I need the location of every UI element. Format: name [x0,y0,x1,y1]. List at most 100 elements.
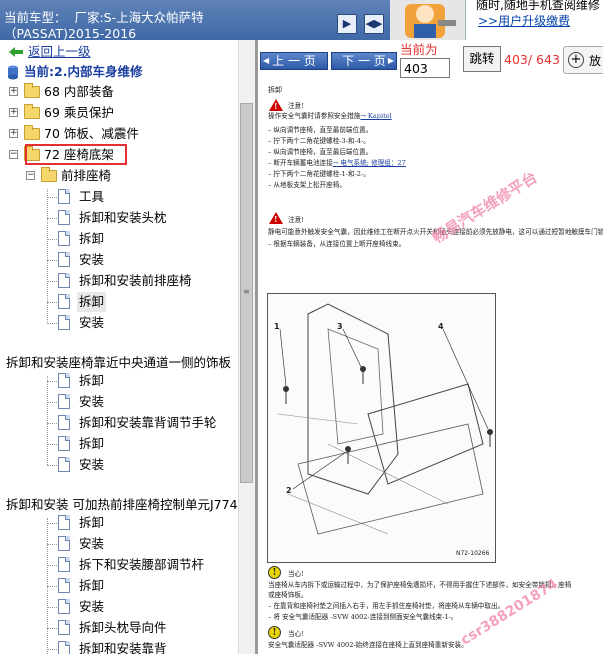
prev-page-button[interactable]: ◀ 上 一 页 [260,52,328,70]
upgrade-link[interactable]: >>用户升级缴费 [478,12,570,29]
caution-icon [269,212,283,224]
collapse-icon[interactable]: − [26,171,35,180]
tree-section[interactable]: 拆卸和安装座椅靠近中央通道一侧的饰板 [0,353,238,373]
back-arrow-icon [9,47,23,57]
tree-leaf-label: 拆卸 [79,436,105,451]
tree-leaf-label: 拆卸 [79,373,105,388]
figure-label: 4 [438,322,444,331]
arrow-left-icon: ◀ [263,56,270,65]
document-icon [58,641,70,654]
kapitel-link[interactable]: → Kapitel [360,112,391,120]
highlight-box [25,144,127,165]
folder-icon [24,104,40,119]
mascot-image [390,0,465,40]
jump-button[interactable]: 跳转 [463,46,501,72]
tree-leaf-label: 安装 [79,394,105,409]
tree-leaf-label: 拆卸 [79,231,105,246]
tree-leaf-label: 安装 [79,599,105,614]
document-icon [58,315,70,330]
database-icon [8,65,18,80]
tree-leaf-label: 拆卸头枕导向件 [79,620,167,635]
tree-section-label: 拆卸和安装 可加热前排座椅控制单元J774 [6,497,238,512]
expand-icon[interactable]: + [9,87,18,96]
doc-heading: 拆卸 [268,86,282,94]
pager-toolbar: ◀上 一 页 下 一 页▶ 当前为 跳转 403/ 643 +放 [258,40,603,80]
expand-icon[interactable]: + [9,108,18,117]
folder-icon [24,83,40,98]
promo-panel: 随时,随地手机查阅维修 >>用户升级缴费 [465,0,603,40]
figure-label: 3 [337,322,343,331]
note-icon: ! [268,626,281,639]
navigation-tree: 返回上一级 当前:2.内部车身维修 + 68 内部装备 + 69 乘员保护 + … [0,40,256,654]
page-number-input[interactable] [400,58,450,78]
collapse-icon[interactable]: − [9,150,18,159]
note-text: 安全气囊适配器 -SVW 4002-始终连接在座椅上直到座椅重新安装。 [268,641,468,649]
step: – 纵向调节座椅，直至最前端位置。 [268,126,373,134]
tree-guide [47,376,48,465]
tree-leaf-label: 拆卸 [79,578,105,593]
tree-leaf-label: 拆卸和安装前排座椅 [79,273,192,288]
document-icon [58,457,70,472]
split-view-icon[interactable]: ◀▶ [364,14,384,34]
tree-leaf-label: 安装 [79,252,105,267]
tree-leaf-label: 安装 [79,457,105,472]
step: – 根据车辆装备，从连接位置上断开座椅线束。 [268,240,406,248]
tree-leaf-label: 拆卸和安装靠背调节手轮 [79,415,217,430]
step: – 断开车辆蓄电池连接→ 电气系统; 修理组：27 [268,159,406,167]
document-icon [58,536,70,551]
step: – 纵向调节座椅，直至最后端位置。 [268,148,373,156]
folder-icon [24,125,40,140]
step: – 拧下两个二角花键螺栓-1-和-2-。 [268,170,370,178]
expand-icon[interactable]: + [9,129,18,138]
current-location-label: 当前:2.内部车身维修 [24,64,143,79]
zoom-label: 放 [589,54,602,68]
electrical-link[interactable]: → 电气系统; 修理组：27 [333,159,406,167]
document-icon [58,415,70,430]
note-text: 当座椅从车内拆下或运输过程中，为了保护座椅免遭损坏，不得用手握住下述部件，如安全… [268,581,572,589]
page-count: 403/ 643 [504,52,560,67]
zoom-in-icon: + [568,52,584,68]
figure-label: 1 [274,322,280,331]
collapse-left-icon[interactable]: ▶ [337,14,357,34]
folder-open-icon [41,167,57,182]
tree-section[interactable]: 拆卸和安装 可加热前排座椅控制单元J774 [0,495,238,515]
tree-section-label: 拆卸和安装座椅靠近中央通道一侧的饰板 [6,355,232,370]
step: – 在靠背和座椅衬垫之间插入右手，用左手抓住座椅衬垫，将座椅从车辆中取出。 [268,602,505,610]
document-icon [58,557,70,572]
document-icon [58,273,70,288]
tree-node-label: 68 内部装备 [44,84,114,99]
step: – 将 安全气囊适配器 -SVW 4002-连接到侧面安全气囊线束-1-。 [268,613,458,621]
next-page-button[interactable]: 下 一 页 ▶ [331,52,397,70]
figure-label: 2 [286,486,292,495]
vehicle-line-2: （PASSAT)2015-2016 [4,26,137,40]
tree-node-label: 70 饰板、减震件 [44,126,139,141]
tree-leaf-label: 安装 [79,536,105,551]
tree-leaf-label: 拆卸 [77,292,107,312]
note-title: 当心! [288,570,304,578]
scrollbar-grip-icon: ≡ [243,287,250,296]
back-link[interactable]: 返回上一级 [28,42,91,62]
document-icon [58,252,70,267]
document-viewer: ◀上 一 页 下 一 页▶ 当前为 跳转 403/ 643 +放 拆卸 注意! … [258,40,603,654]
title-bar: 当前车型： 厂家:S-上海大众帕萨特 （PASSAT)2015-2016 ▶ ◀▶… [0,0,603,40]
document-icon [58,599,70,614]
vehicle-line-1: 当前车型： 厂家:S-上海大众帕萨特 [4,10,204,25]
current-page-label: 当前为 [400,42,438,57]
document-icon [58,394,70,409]
document-icon [58,294,70,309]
note-title: 当心! [288,630,304,638]
vehicle-info: 当前车型： 厂家:S-上海大众帕萨特 （PASSAT)2015-2016 [4,10,244,40]
document-icon [58,231,70,246]
tree-leaf-label: 拆下和安装腰部调节杆 [79,557,205,572]
tree-leaf-label: 工具 [79,189,105,204]
document-icon [58,373,70,388]
mascot-icon [405,4,456,38]
tree-leaf-label: 安装 [79,315,105,330]
step: – 拧下两个二角花键螺栓-3-和-4-。 [268,137,370,145]
arrow-right-icon: ▶ [387,56,394,65]
seat-illustration [277,303,493,535]
caution-text: 操作安全气囊时请参照安全措施→ Kapitel [268,112,392,120]
tree-leaf-label: 拆卸和安装头枕 [79,210,167,225]
zoom-button[interactable]: + 放 [563,46,603,74]
tree-leaf-label: 拆卸 [79,515,105,530]
